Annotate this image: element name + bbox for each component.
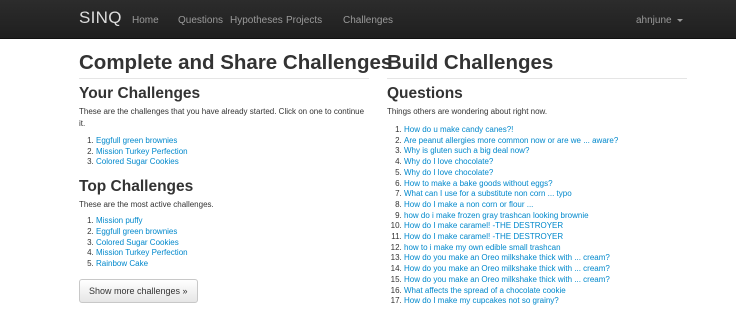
build-challenges-column: Build Challenges Questions Things others… [387, 50, 687, 307]
your-challenge-link[interactable]: Colored Sugar Cookies [96, 157, 179, 166]
top-navbar: SINQ Home Questions Hypotheses Projects … [0, 0, 736, 39]
question-item: Why do I love chocolate? [404, 157, 687, 168]
question-link[interactable]: How do u make candy canes?! [404, 125, 513, 134]
top-challenges-title: Top Challenges [79, 178, 194, 196]
question-link[interactable]: How do I make caramel! -THE DESTROYER [404, 232, 563, 241]
question-link[interactable]: How to make a bake goods without eggs? [404, 179, 553, 188]
question-link[interactable]: Why do I love chocolate? [404, 168, 493, 177]
question-item: Are peanut allergies more common now or … [404, 136, 687, 147]
question-link[interactable]: How do you make an Oreo milkshake thick … [404, 264, 610, 273]
question-link[interactable]: How do I make caramel! -THE DESTROYER [404, 221, 563, 230]
complete-share-column: Complete and Share Challenges Your Chall… [79, 50, 392, 303]
question-item: how do i make frozen gray trashcan looki… [404, 211, 687, 222]
question-link[interactable]: What can I use for a substitute non corn… [404, 189, 572, 198]
nav-challenges[interactable]: Challenges [343, 15, 393, 26]
top-challenge-item: Eggfull green brownies [96, 227, 369, 238]
question-link[interactable]: Why do I love chocolate? [404, 157, 493, 166]
question-item: How do u make candy canes?! [404, 125, 687, 136]
top-challenges-section: Top Challenges These are the most active… [79, 177, 369, 303]
complete-share-heading: Complete and Share Challenges [79, 50, 392, 79]
questions-section: Questions Things others are wondering ab… [387, 84, 687, 307]
top-challenge-item: Mission puffy [96, 216, 369, 227]
top-challenge-item: Colored Sugar Cookies [96, 238, 369, 249]
nav-questions[interactable]: Questions [178, 15, 223, 26]
question-item: How do I make caramel! -THE DESTROYER [404, 232, 687, 243]
your-challenge-link[interactable]: Eggfull green brownies [96, 136, 177, 145]
question-item: Why is gluten such a big deal now? [404, 146, 687, 157]
question-item: How do I make caramel! -THE DESTROYER [404, 221, 687, 232]
question-item: How do you make an Oreo milkshake thick … [404, 264, 687, 275]
nav-hypotheses[interactable]: Hypotheses [230, 15, 283, 26]
question-link[interactable]: Are peanut allergies more common now or … [404, 136, 618, 145]
question-item: Why do I love chocolate? [404, 168, 687, 179]
your-challenges-section: Your Challenges These are the challenges… [79, 84, 369, 168]
top-challenge-item: Mission Turkey Perfection [96, 248, 369, 259]
question-item: How to make a bake goods without eggs? [404, 179, 687, 190]
your-challenges-list: Eggfull green brownies Mission Turkey Per… [79, 136, 369, 168]
your-challenges-desc: These are the challenges that you have a… [79, 107, 365, 128]
question-item: How do you make an Oreo milkshake thick … [404, 253, 687, 264]
questions-list: How do u make candy canes?! Are peanut al… [387, 125, 687, 307]
questions-desc: Things others are wondering about right … [387, 107, 548, 116]
user-menu[interactable]: ahnjune [636, 15, 683, 26]
top-challenges-list: Mission puffy Eggfull green brownies Color… [79, 216, 369, 270]
show-more-challenges-button[interactable]: Show more challenges » [79, 278, 198, 303]
your-challenge-item: Mission Turkey Perfection [96, 147, 369, 158]
question-link[interactable]: How do I make my cupcakes not so grainy? [404, 296, 559, 305]
question-link[interactable]: how to i make my own edible small trashc… [404, 243, 561, 252]
question-item: What can I use for a substitute non corn… [404, 189, 687, 200]
question-item: How do I make my cupcakes not so grainy? [404, 296, 687, 307]
top-challenge-link[interactable]: Mission puffy [96, 216, 143, 225]
question-item: How do I make a non corn or flour ... [404, 200, 687, 211]
top-challenges-desc: These are the most active challenges. [79, 200, 214, 210]
caret-down-icon [676, 18, 683, 22]
brand-logo[interactable]: SINQ [79, 8, 122, 28]
question-link[interactable]: What affects the spread of a chocolate c… [404, 286, 566, 295]
question-item: What affects the spread of a chocolate c… [404, 286, 687, 297]
question-item: how to i make my own edible small trashc… [404, 243, 687, 254]
question-link[interactable]: how do i make frozen gray trashcan looki… [404, 211, 589, 220]
nav-projects[interactable]: Projects [286, 15, 322, 26]
question-link[interactable]: Why is gluten such a big deal now? [404, 146, 529, 155]
question-item: How do you make an Oreo milkshake thick … [404, 275, 687, 286]
build-challenges-heading: Build Challenges [387, 50, 687, 79]
questions-title: Questions [387, 85, 463, 102]
question-link[interactable]: How do I make a non corn or flour ... [404, 200, 533, 209]
top-challenge-item: Rainbow Cake [96, 259, 369, 270]
nav-home[interactable]: Home [132, 15, 159, 26]
your-challenge-item: Eggfull green brownies [96, 136, 369, 147]
top-challenge-link[interactable]: Eggfull green brownies [96, 227, 177, 236]
question-link[interactable]: How do you make an Oreo milkshake thick … [404, 275, 610, 284]
user-name: ahnjune [636, 15, 672, 26]
your-challenge-item: Colored Sugar Cookies [96, 157, 369, 168]
top-challenge-link[interactable]: Mission Turkey Perfection [96, 248, 188, 257]
your-challenges-title: Your Challenges [79, 85, 201, 102]
question-link[interactable]: How do you make an Oreo milkshake thick … [404, 253, 610, 262]
your-challenge-link[interactable]: Mission Turkey Perfection [96, 147, 188, 156]
top-challenge-link[interactable]: Colored Sugar Cookies [96, 238, 179, 247]
top-challenge-link[interactable]: Rainbow Cake [96, 259, 148, 268]
